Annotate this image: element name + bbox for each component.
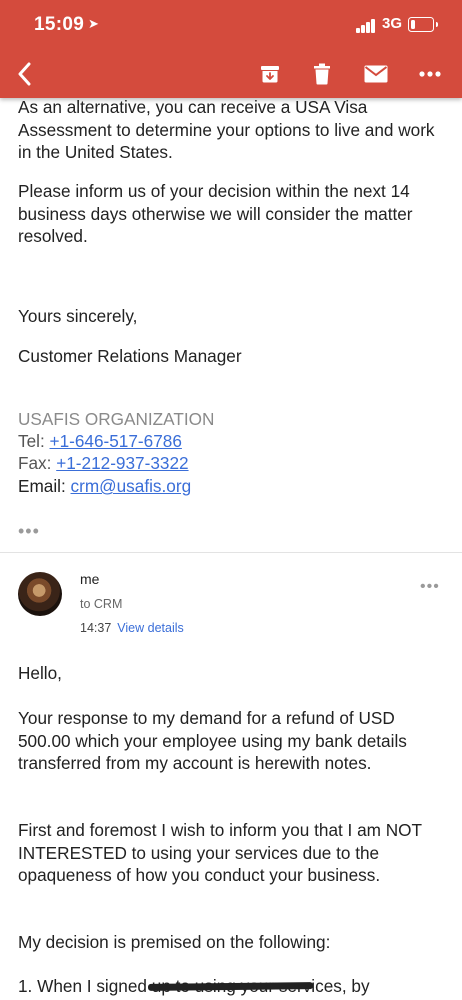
more-icon (419, 71, 441, 77)
message-meta: 14:37 View details (80, 621, 184, 635)
trash-icon (314, 63, 330, 85)
delete-button[interactable] (307, 60, 337, 88)
signer-title: Customer Relations Manager (18, 346, 242, 366)
signature-fax: Fax: +1-212-937-3322 (18, 452, 438, 475)
message-divider (0, 552, 462, 553)
fax-label: Fax: (18, 453, 57, 473)
view-details-link[interactable]: View details (117, 621, 183, 635)
battery-level (411, 20, 415, 29)
message-more-button[interactable]: ••• (420, 578, 440, 596)
prev-email-paragraph: Please inform us of your decision within… (18, 181, 413, 247)
battery-icon (408, 17, 438, 32)
message-time: 14:37 (80, 621, 112, 635)
email-link[interactable]: crm@usafis.org (71, 476, 192, 496)
signature-org: USAFIS ORGANIZATION (18, 409, 215, 429)
signature-tel: Tel: +1-646-517-6786 (18, 430, 438, 453)
tel-label: Tel: (18, 431, 50, 451)
location-icon: ➤ (88, 16, 99, 31)
back-arrow-icon (18, 62, 31, 86)
app-header: 15:09 ➤ 3G (0, 0, 462, 98)
show-trimmed-content-button[interactable]: ••• (18, 522, 40, 540)
signal-icon (356, 19, 378, 33)
tel-link[interactable]: +1-646-517-6786 (50, 431, 182, 451)
archive-button[interactable] (255, 60, 285, 88)
status-bar: 15:09 ➤ 3G (0, 10, 462, 40)
email-toolbar (0, 56, 462, 92)
fax-link[interactable]: +1-212-937-3322 (56, 453, 188, 473)
mail-icon (364, 65, 388, 83)
reply-paragraph: Your response to my demand for a refund … (18, 708, 407, 774)
reply-greeting: Hello, (18, 663, 62, 683)
prev-email-paragraph: As an alternative, you can receive a USA… (18, 97, 435, 163)
reply-paragraph: First and foremost I wish to inform you … (18, 820, 422, 886)
closing-text: Yours sincerely, (18, 306, 138, 326)
recipient-text: to CRM (80, 597, 123, 611)
email-label: Email: (18, 476, 71, 496)
more-options-button[interactable] (415, 60, 445, 88)
archive-icon (261, 66, 279, 83)
status-time: 15:09 (34, 14, 85, 35)
back-button[interactable] (10, 60, 40, 88)
mark-unread-button[interactable] (361, 60, 391, 88)
avatar[interactable] (18, 572, 62, 616)
signature-email: Email: crm@usafis.org (18, 475, 438, 498)
reply-paragraph: My decision is premised on the following… (18, 932, 331, 952)
sender-name: me (80, 571, 100, 587)
network-type: 3G (382, 15, 403, 32)
